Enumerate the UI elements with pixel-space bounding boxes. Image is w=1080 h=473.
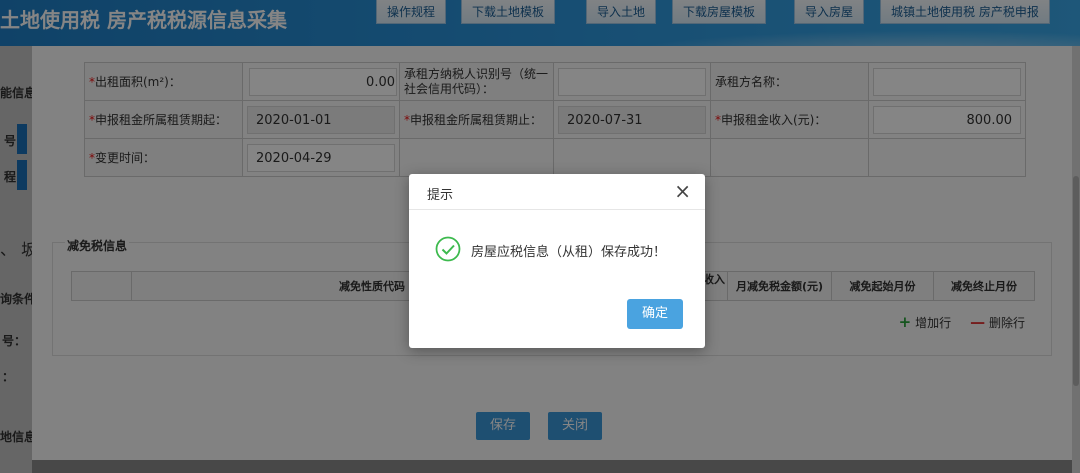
success-check-icon xyxy=(435,236,461,262)
close-icon[interactable]: × xyxy=(674,180,691,202)
dialog-title: 提示 xyxy=(427,188,454,203)
dialog-message: 房屋应税信息（从租）保存成功！ xyxy=(471,245,667,260)
ok-button[interactable]: 确定 xyxy=(627,299,683,329)
alert-dialog: 提示 × 房屋应税信息（从租）保存成功！ 确定 xyxy=(409,174,705,348)
